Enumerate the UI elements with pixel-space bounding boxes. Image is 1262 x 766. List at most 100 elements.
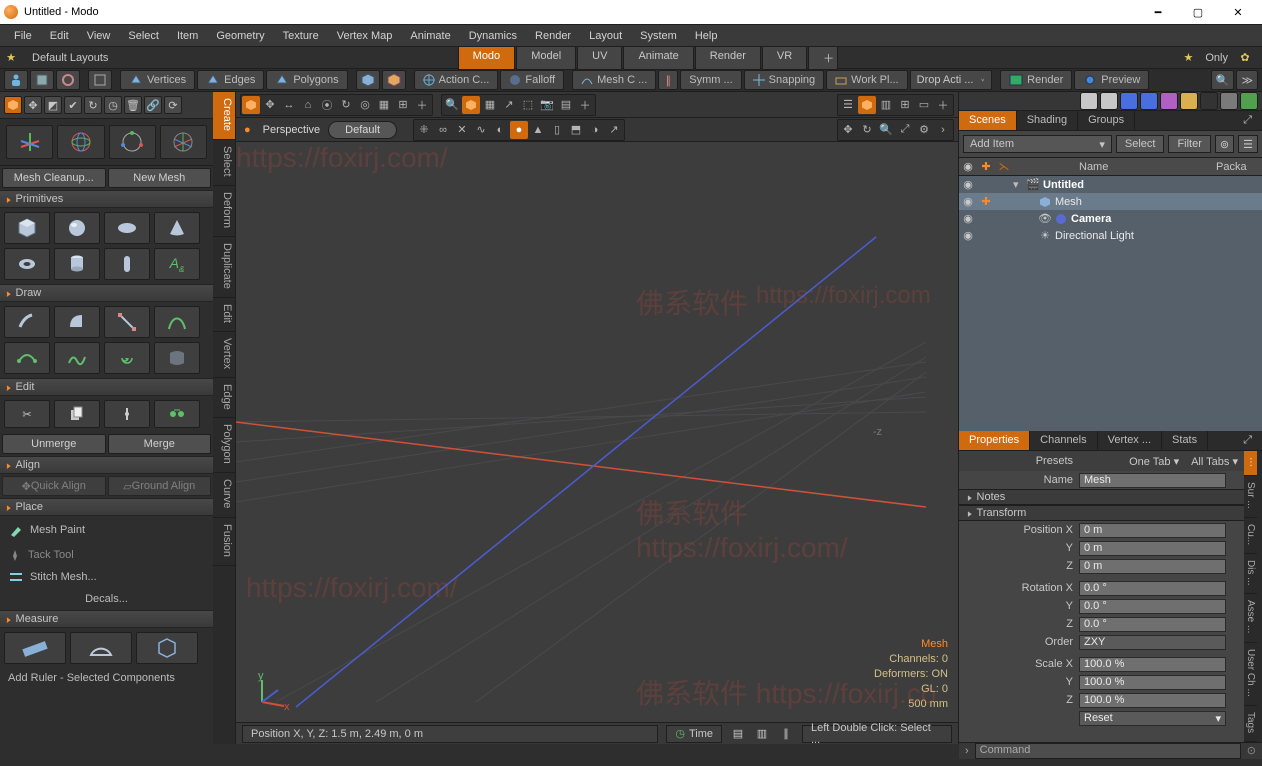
preview-button[interactable]: Preview: [1074, 70, 1149, 90]
move-gizmo-icon[interactable]: [6, 125, 53, 159]
measure-protractor-icon[interactable]: [70, 632, 132, 664]
roty-field[interactable]: 0.0 °: [1079, 599, 1226, 614]
primitives-header[interactable]: Primitives: [0, 190, 213, 208]
vp-shade-icon[interactable]: [462, 96, 480, 114]
layout-tab-uv[interactable]: UV: [577, 46, 622, 70]
place-header[interactable]: Place: [0, 498, 213, 516]
measure-header[interactable]: Measure: [0, 610, 213, 628]
tool-book-icon[interactable]: [30, 70, 54, 90]
measure-box-icon[interactable]: [136, 632, 198, 664]
sidetab-vertex[interactable]: Vertex: [213, 332, 235, 378]
swatch-blue2[interactable]: [1140, 92, 1158, 110]
disp-8-icon[interactable]: ▯: [548, 121, 566, 139]
ground-align-button[interactable]: ▱ Ground Align: [108, 476, 212, 496]
tack-tool-item[interactable]: Tack Tool: [0, 544, 213, 566]
vp-shade3-icon[interactable]: [858, 96, 876, 114]
tab-properties[interactable]: Properties: [959, 431, 1030, 450]
menu-help[interactable]: Help: [687, 28, 726, 44]
draw-arc-icon[interactable]: [54, 306, 100, 338]
tab-shading[interactable]: Shading: [1017, 111, 1078, 130]
mode-trash-icon[interactable]: 🗑: [124, 96, 142, 114]
vp-plus2-icon[interactable]: ＋: [576, 96, 594, 114]
pause-icon[interactable]: ∥: [658, 70, 678, 90]
layout-tab-model[interactable]: Model: [516, 46, 576, 70]
scale-gizmo-icon[interactable]: [109, 125, 156, 159]
component-polygons-button[interactable]: Polygons: [266, 70, 347, 90]
rsidetab-main[interactable]: ⋯: [1244, 451, 1257, 476]
swatch-green[interactable]: [1240, 92, 1258, 110]
layout-tab-vr[interactable]: VR: [762, 46, 807, 70]
tree-row-camera[interactable]: ◉ 👁 Camera: [959, 210, 1262, 227]
component-edges-button[interactable]: Edges: [197, 70, 264, 90]
new-mesh-button[interactable]: New Mesh: [108, 168, 212, 188]
filter-button[interactable]: Filter: [1168, 135, 1210, 153]
rsidetab-cu[interactable]: Cu...: [1244, 518, 1257, 554]
cube-surface-icon[interactable]: [382, 70, 406, 90]
vp-pan-icon[interactable]: ↔: [280, 96, 298, 114]
vp-split-icon[interactable]: ⊞: [896, 96, 914, 114]
footer-ic2[interactable]: ▥: [754, 726, 770, 742]
menu-system[interactable]: System: [632, 28, 685, 44]
filter-menu-icon[interactable]: ☰: [1238, 135, 1258, 153]
disp-3-icon[interactable]: ✕: [453, 121, 471, 139]
posy-field[interactable]: 0 m: [1079, 541, 1226, 556]
unmerge-button[interactable]: Unmerge: [2, 434, 106, 454]
sidetab-create[interactable]: Create: [213, 92, 235, 140]
vp-b-icon[interactable]: ▦: [375, 96, 393, 114]
edit-copy-icon[interactable]: [54, 400, 100, 428]
mode-check-icon[interactable]: ✔: [64, 96, 82, 114]
draw-vert-icon[interactable]: [104, 306, 150, 338]
sidetab-fusion[interactable]: Fusion: [213, 518, 235, 566]
decals-item[interactable]: Decals...: [0, 588, 213, 610]
edit-weld-icon[interactable]: [104, 400, 150, 428]
mode-link-icon[interactable]: 🔗: [144, 96, 162, 114]
footer-ic1[interactable]: ▤: [730, 726, 746, 742]
menu-file[interactable]: File: [6, 28, 40, 44]
swatch-mgrey[interactable]: [1220, 92, 1238, 110]
col-name[interactable]: Name: [1013, 161, 1216, 173]
prim-tube-icon[interactable]: [104, 248, 150, 280]
sidetab-edit[interactable]: Edit: [213, 298, 235, 332]
mesh-cleanup-button[interactable]: Mesh Cleanup...: [2, 168, 106, 188]
mode-items-icon[interactable]: [4, 96, 22, 114]
order-dropdown[interactable]: ZXY: [1079, 635, 1226, 650]
swatch-grey[interactable]: [1080, 92, 1098, 110]
disp-6-icon[interactable]: ●: [510, 121, 528, 139]
universal-gizmo-icon[interactable]: [160, 125, 207, 159]
rsidetab-tags[interactable]: Tags: [1244, 706, 1257, 742]
reset-dropdown[interactable]: Reset▾: [1079, 711, 1226, 726]
vp-arrow-icon[interactable]: ↗: [500, 96, 518, 114]
mode-scale-icon[interactable]: ◩: [44, 96, 62, 114]
vp-move-icon[interactable]: ✥: [261, 96, 279, 114]
prim-cube-icon[interactable]: [4, 212, 50, 244]
add-item-dropdown[interactable]: Add Item▾: [963, 135, 1112, 153]
disp-5-icon[interactable]: ◐: [491, 121, 509, 139]
vp-ratio-icon[interactable]: ▭: [915, 96, 933, 114]
tree-row-untitled[interactable]: ◉ ▾ 🎬 Untitled: [959, 176, 1262, 193]
viewstyle-dropdown[interactable]: Default: [328, 121, 397, 139]
vp-c-icon[interactable]: ⊞: [394, 96, 412, 114]
name-field[interactable]: Mesh: [1079, 473, 1226, 488]
viewname-dropdown[interactable]: Perspective: [257, 122, 326, 138]
filter-target-icon[interactable]: ⊚: [1215, 135, 1234, 153]
prim-cylinder-icon[interactable]: [54, 248, 100, 280]
disp-1-icon[interactable]: ⁜: [415, 121, 433, 139]
layout-tab-modo[interactable]: Modo: [458, 46, 516, 70]
menu-layout[interactable]: Layout: [581, 28, 630, 44]
scly-field[interactable]: 100.0 %: [1079, 675, 1226, 690]
tree-row-light[interactable]: ◉ ☀ Directional Light: [959, 227, 1262, 244]
draw-topo-icon[interactable]: [154, 342, 200, 374]
gear-icon[interactable]: ✿: [1234, 47, 1256, 69]
workplane-button[interactable]: Work Pl...: [826, 70, 907, 90]
mode-refresh-icon[interactable]: ⟳: [164, 96, 182, 114]
swatch-dark[interactable]: [1200, 92, 1218, 110]
vp-boxes-icon[interactable]: ▥: [877, 96, 895, 114]
disp-10-icon[interactable]: ◑: [586, 121, 604, 139]
vp-wire2-icon[interactable]: ▦: [481, 96, 499, 114]
draw-sketch-icon[interactable]: [54, 342, 100, 374]
disp-7-icon[interactable]: ▲: [529, 121, 547, 139]
menu-texture[interactable]: Texture: [275, 28, 327, 44]
rsidetab-dis[interactable]: Dis ...: [1244, 554, 1257, 595]
disp-9-icon[interactable]: ⬒: [567, 121, 585, 139]
sidetab-curve[interactable]: Curve: [213, 473, 235, 517]
